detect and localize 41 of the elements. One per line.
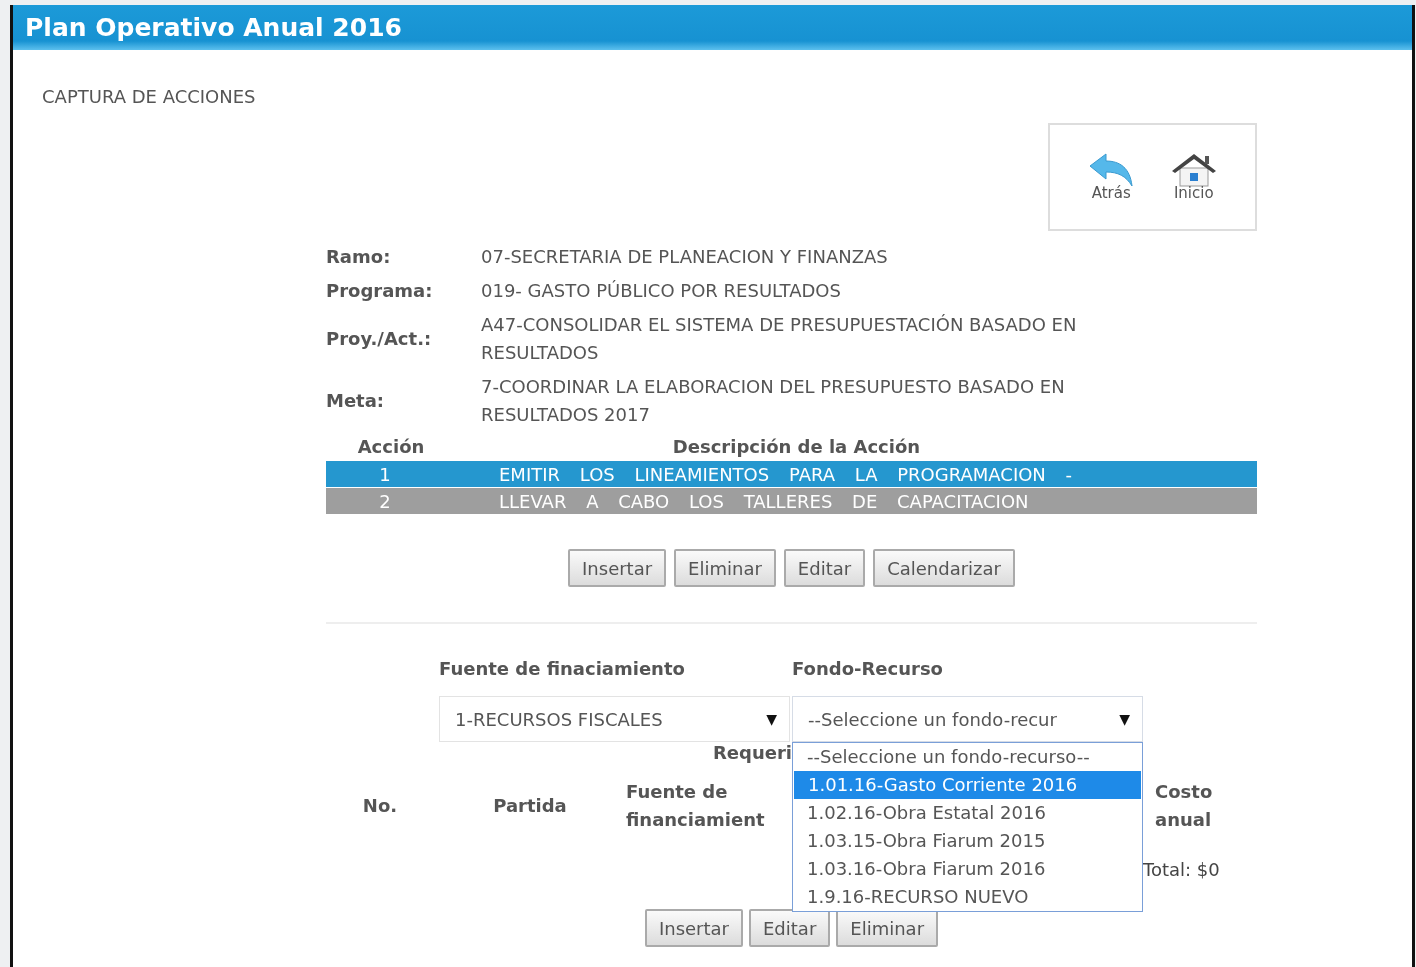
column-header: Partida	[492, 794, 568, 818]
table-cell-text: 1	[378, 463, 392, 485]
field-label: Fondo-Recurso	[792, 658, 944, 681]
table-cell-text: EMITIR LOS LINEAMIENTOS PARA LA PROGRAMACION -	[498, 463, 1074, 485]
table-button[interactable]: Editar	[749, 909, 831, 947]
column-header: No.	[361, 794, 399, 818]
column-header: Acción	[356, 435, 426, 457]
column-header: Costo anual	[1155, 780, 1214, 832]
field-label: Proy./Act.:	[326, 327, 433, 351]
nav-button[interactable]: Inicio	[1168, 152, 1219, 202]
dropdown-option[interactable]: 1.01.16-Gasto Corriente 2016	[794, 771, 1141, 799]
dropdown-select[interactable]: --Seleccione un fondo-recur ▼	[792, 696, 1143, 742]
nav-button[interactable]: Atrás	[1086, 152, 1137, 202]
field-value: 07-SECRETARIA DE PLANEACION Y FINANZAS	[481, 245, 889, 269]
table-cell-text: LLEVAR A CABO LOS TALLERES DE CAPACITACION	[498, 490, 1030, 512]
column-header: Descripción de la Acción	[671, 435, 922, 457]
action-button[interactable]: Insertar	[568, 549, 667, 587]
dropdown-option[interactable]: 1.03.16-Obra Fiarum 2016	[793, 855, 1142, 883]
field-value: 019- GASTO PÚBLICO POR RESULTADOS	[481, 279, 842, 303]
field-label: Meta:	[326, 389, 386, 413]
section-title: CAPTURA DE ACCIONES	[42, 86, 257, 107]
field-label: Fuente de finaciamiento	[439, 658, 686, 681]
table-caption: Requeri	[712, 742, 792, 763]
dropdown-option[interactable]: 1.9.16-RECURSO NUEVO	[793, 883, 1142, 911]
table-cell-text: 2	[378, 490, 392, 512]
column-header: Fuente de financiamient	[626, 780, 766, 832]
action-button[interactable]: Calendarizar	[873, 549, 1015, 587]
action-button[interactable]: Eliminar	[674, 549, 776, 587]
table-button[interactable]: Insertar	[644, 909, 743, 947]
window-title: Plan Operativo Anual 2016	[25, 13, 402, 42]
dropdown-select[interactable]: 1-RECURSOS FISCALES ▼	[439, 696, 790, 742]
field-label: Ramo:	[326, 245, 392, 269]
field-label: Programa:	[326, 279, 434, 303]
total-text: Total: $0	[1143, 859, 1220, 880]
dropdown-option[interactable]: --Seleccione un fondo-recurso--	[793, 743, 1142, 771]
field-value: 7-COORDINAR LA ELABORACION DEL PRESUPUESTO BASADO EN RESULTADOS 2017	[481, 375, 1066, 427]
dropdown-option[interactable]: 1.03.15-Obra Fiarum 2015	[793, 827, 1142, 855]
field-value: A47-CONSOLIDAR EL SISTEMA DE PRESUPUESTACIÓN BASADO EN RESULTADOS	[481, 313, 1078, 365]
action-button[interactable]: Editar	[783, 549, 866, 587]
dropdown-option[interactable]: 1.02.16-Obra Estatal 2016	[793, 799, 1142, 827]
action-row[interactable]: 1 EMITIR LOS LINEAMIENTOS PARA LA PROGRAMACION -	[326, 461, 1257, 487]
